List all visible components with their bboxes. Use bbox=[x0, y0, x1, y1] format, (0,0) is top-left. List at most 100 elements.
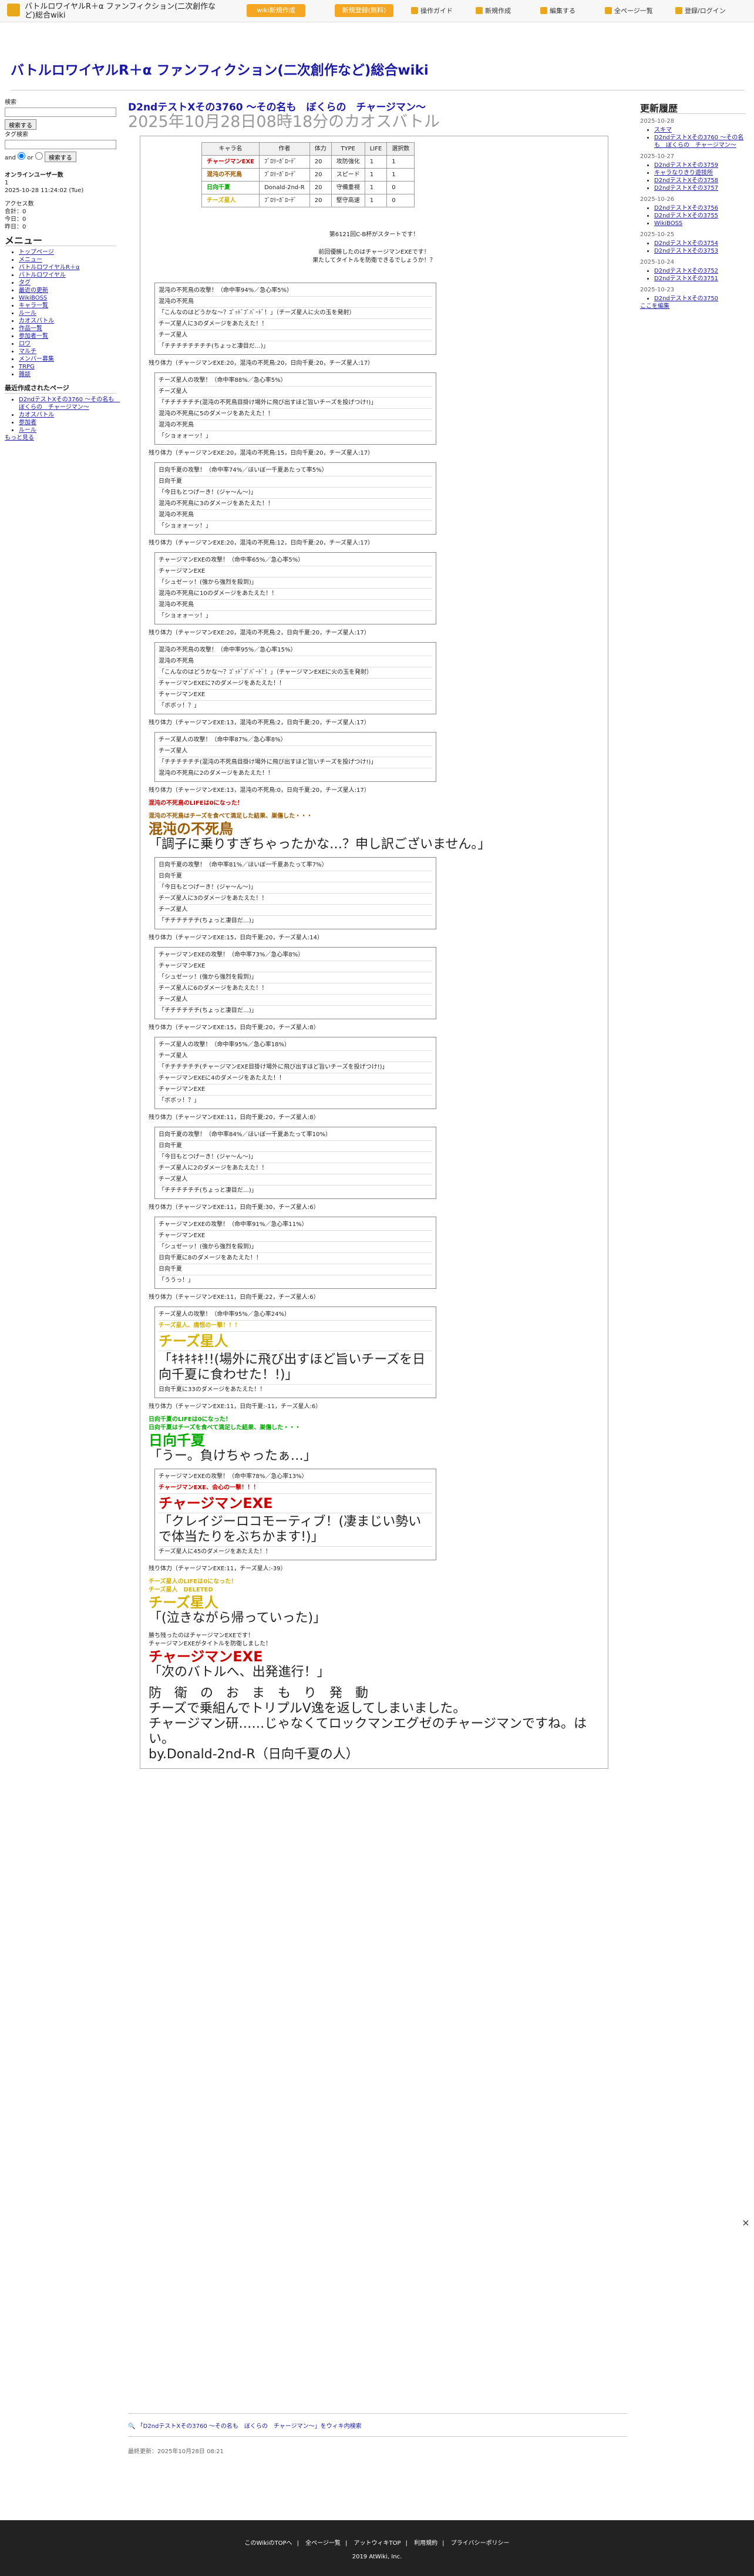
footer-link[interactable]: 全ページ一覧 bbox=[305, 2540, 341, 2547]
tag-search-button[interactable]: 検索する bbox=[44, 152, 76, 162]
table-row: 混沌の不死鳥 ﾌﾞﾛﾘｰｶﾞﾛｰﾃﾞ 20 スピード 1 1 bbox=[201, 168, 415, 182]
footer-link[interactable]: アットウィキTOP bbox=[354, 2540, 401, 2547]
table-row: チャージマンEXE ﾌﾞﾛﾘｰｶﾞﾛｰﾃﾞ 20 攻防強化 1 1 bbox=[201, 155, 415, 169]
tag-search-label: タグ検索 bbox=[5, 132, 28, 138]
history-item[interactable]: D2ndテストXその3760 〜その名も ぼくらの チャージマン〜 bbox=[654, 135, 743, 149]
new-page-link[interactable]: 新規作成 bbox=[476, 6, 511, 15]
log-line: 日向千夏 bbox=[159, 1264, 432, 1275]
menu-item[interactable]: トップページ bbox=[19, 249, 54, 256]
history-item[interactable]: キャラなりきり遊技所 bbox=[654, 170, 713, 176]
topbar-title[interactable]: バトルロワイヤルR＋α ファンフィクション(二次創作など)総合wiki bbox=[25, 2, 224, 20]
history-item[interactable]: D2ndテストXその3751 bbox=[654, 276, 718, 282]
death-line: 日向千夏のLIFEは0になった！ bbox=[149, 1416, 231, 1423]
battle-box: チャージマンEXEの攻撃！（命中率91%／急心率11%） チャージマンEXE 「シュ… bbox=[154, 1217, 436, 1289]
footer: このWikiのTOPへ | 全ページ一覧 | アットウィキTOP | 利用規約 | プラ… bbox=[0, 2520, 754, 2576]
menu-item[interactable]: 雑談 bbox=[19, 371, 31, 378]
history-item[interactable]: D2ndテストXその3758 bbox=[654, 177, 718, 184]
more-link[interactable]: もっと見る bbox=[5, 435, 34, 441]
menu-item[interactable]: メニュー bbox=[19, 257, 42, 263]
tag-search-input[interactable] bbox=[5, 140, 116, 149]
winner-name: チャージマンEXE bbox=[149, 1648, 263, 1665]
menu-item[interactable]: メンバー募集 bbox=[19, 356, 54, 362]
table-header: TYPE bbox=[331, 142, 365, 156]
log-line: チャージマンEXEの攻撃！（命中率65%／急心率5%） bbox=[159, 555, 432, 566]
log-line: 「こんなのはどうかな〜？ｺﾞｯﾄﾞﾌﾞﾊﾞｰﾄﾞ！」（チャージマンEXEに火の玉… bbox=[159, 667, 432, 679]
history-item[interactable]: D2ndテストXその3752 bbox=[654, 268, 718, 274]
history-date: 2025-10-24 bbox=[640, 259, 675, 266]
history-item[interactable]: WikiBOSS bbox=[654, 220, 682, 227]
recent-item[interactable]: カオスバトル bbox=[19, 412, 54, 418]
and-radio[interactable] bbox=[18, 152, 26, 160]
search-input[interactable] bbox=[5, 108, 116, 117]
wiki-title[interactable]: バトルロワイヤルR＋α ファンフィクション(二次創作など)総合wiki bbox=[11, 59, 745, 82]
search-button[interactable]: 検索する bbox=[5, 119, 36, 130]
recent-item[interactable]: ルール bbox=[19, 427, 36, 434]
death-name: 日向千夏 bbox=[149, 1432, 205, 1449]
history-item[interactable]: D2ndテストXその3757 bbox=[654, 185, 718, 192]
hp-line: 残り体力（チャージマンEXE:11，日向千夏:20，チーズ星人:8） bbox=[149, 1114, 319, 1121]
log-line: 「今日もとつげーき！(ジャ〜ん〜)」 bbox=[159, 1152, 432, 1163]
menu-item[interactable]: タグ bbox=[19, 280, 31, 286]
menu-item[interactable]: ルール bbox=[19, 310, 36, 317]
log-line: 「チチチチチチ(混沌の不死鳥目掛け場外に飛び出すほど旨いチーズを投げつけ!)」 bbox=[159, 757, 432, 768]
history-item[interactable]: スキマ bbox=[654, 127, 672, 133]
history-item[interactable]: D2ndテストXその3754 bbox=[654, 240, 718, 247]
all-pages-link[interactable]: 全ページ一覧 bbox=[605, 6, 653, 15]
footer-link[interactable]: プライバシーポリシー bbox=[451, 2540, 510, 2547]
menu-item[interactable]: バトルロワイヤルR＋α bbox=[19, 264, 80, 271]
death-quote: 「(泣きながら帰っていった)」 bbox=[149, 1611, 326, 1625]
death-line: チーズ星人のLIFEは0になった！ bbox=[149, 1578, 237, 1585]
wiki-search-link[interactable]: 「D2ndテストXその3760 〜その名も ぼくらの チャージマン〜」をウィキ内… bbox=[137, 2423, 362, 2430]
battle-box: 混沌の不死鳥の攻撃！（命中率95%／急心率15%） 混沌の不死鳥 「こんなのはどうか… bbox=[154, 642, 436, 714]
hp-line: 残り体力（チャージマンEXE:15，日向千夏:20，チーズ星人:14） bbox=[149, 935, 323, 941]
menu-item[interactable]: 最近の更新 bbox=[19, 287, 48, 294]
menu-item[interactable]: キャラ一覧 bbox=[19, 303, 48, 309]
menu-item[interactable]: TRPG bbox=[19, 364, 35, 370]
menu-item[interactable]: カオスバトル bbox=[19, 318, 54, 324]
history-date: 2025-10-25 bbox=[640, 231, 675, 238]
death-name: 混沌の不死鳥 bbox=[149, 821, 233, 837]
history-item[interactable]: D2ndテストXその3756 bbox=[654, 205, 718, 211]
wiki-header: バトルロワイヤルR＋α ファンフィクション(二次創作など)総合wiki bbox=[11, 59, 745, 90]
wiki-search-bar[interactable]: 🔍 「D2ndテストXその3760 〜その名も ぼくらの チャージマン〜」をウィ… bbox=[128, 2413, 627, 2437]
death-line: 日向千夏はチーズを食べて満足した結果、巣傷した・・・ bbox=[149, 1425, 301, 1431]
log-line: チャージマンEXE bbox=[159, 1231, 432, 1242]
log-line: 「ううっ！」 bbox=[159, 1277, 194, 1284]
hp-line: 残り体力（チャージマンEXE:11，日向千夏:30，チーズ星人:6） bbox=[149, 1204, 319, 1211]
or-radio[interactable] bbox=[35, 152, 43, 160]
history-item[interactable]: D2ndテストXその3750 bbox=[654, 295, 718, 302]
footer-link[interactable]: このWikiのTOPへ bbox=[245, 2540, 292, 2547]
create-wiki-button[interactable]: wiki新規作成 bbox=[247, 4, 305, 17]
menu-item[interactable]: WikiBOSS bbox=[19, 295, 47, 301]
log-line: チーズ星人 bbox=[159, 330, 432, 341]
close-icon[interactable]: × bbox=[741, 2218, 750, 2228]
access-yesterday: 昨日：0 bbox=[5, 224, 26, 230]
history-item[interactable]: D2ndテストXその3753 bbox=[654, 248, 718, 254]
log-line: 日向千夏 bbox=[159, 476, 432, 488]
history-item[interactable]: D2ndテストXその3755 bbox=[654, 213, 718, 219]
menu-item[interactable]: バトルロワイヤル bbox=[19, 272, 66, 278]
login-link[interactable]: 登録/ログイン bbox=[675, 6, 726, 15]
menu-item[interactable]: 参加者一覧 bbox=[19, 333, 48, 340]
log-line: チーズ星人の攻撃！（命中率87%／急心率8%） bbox=[159, 735, 432, 746]
comment-line: チャージマン研……じゃなくてロックマンエグゼのチャージマンですね。はい。 bbox=[149, 1717, 587, 1747]
log-line: チーズ星人 bbox=[159, 1174, 432, 1185]
log-line: 混沌の不死鳥 bbox=[159, 420, 432, 431]
menu-item[interactable]: マルチ bbox=[19, 348, 36, 355]
guide-link[interactable]: 操作ガイド bbox=[411, 6, 453, 15]
footer-link[interactable]: 利用規約 bbox=[414, 2540, 437, 2547]
recent-item[interactable]: 参加者 bbox=[19, 419, 36, 426]
recent-list: D2ndテストXその3760 〜その名も ぼくらの チャージマン〜 カオスバトル… bbox=[5, 396, 120, 434]
search-label: 検索 bbox=[5, 99, 16, 106]
menu-item[interactable]: ロワ bbox=[19, 341, 31, 347]
recent-item[interactable]: D2ndテストXその3760 〜その名も ぼくらの チャージマン〜 bbox=[19, 397, 120, 411]
edit-here-link[interactable]: ここを編集 bbox=[640, 303, 669, 310]
signup-button[interactable]: 新規登録(無料) bbox=[335, 4, 393, 17]
edit-link[interactable]: 編集する bbox=[540, 6, 575, 15]
menu-item[interactable]: 作品一覧 bbox=[19, 325, 42, 332]
site-logo-icon[interactable] bbox=[7, 4, 20, 16]
log-line: 日向千夏の攻撃！（命中率81%／ほいぼ一千夏あたって率7%） bbox=[159, 860, 432, 871]
log-line: 「シュゼーッ！(強から強烈を殺到)」 bbox=[159, 972, 432, 983]
log-line: 「ショォォーッ！」 bbox=[159, 523, 211, 529]
history-item[interactable]: D2ndテストXその3759 bbox=[654, 162, 718, 169]
